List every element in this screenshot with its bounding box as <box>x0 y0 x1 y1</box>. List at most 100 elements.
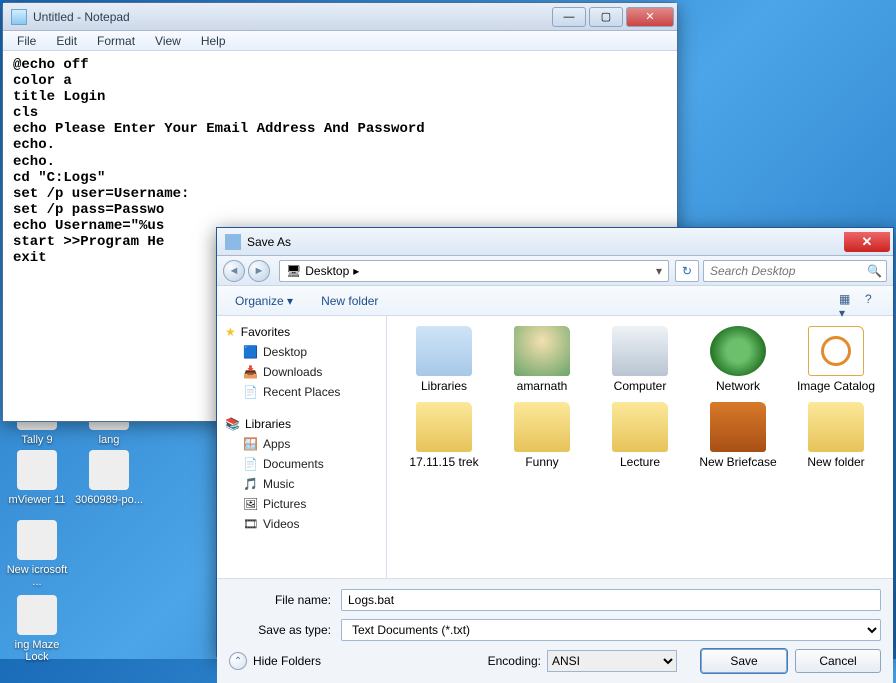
nav-item-label: Apps <box>263 437 290 451</box>
file-name-input[interactable] <box>341 589 881 611</box>
file-item-label: 17.11.15 trek <box>397 456 491 470</box>
save-as-dialog: Save As ✕ ◄ ► 🖥Desktop▸ ▾ ↻ 🔍 Organize ▾… <box>216 227 894 657</box>
dialog-title: Save As <box>247 235 291 249</box>
desktop-icon[interactable]: 3060989-po... <box>74 450 144 506</box>
navigation-pane: Favorites 🟦Desktop 📥 Downloads 📄 Recent Plac… <box>217 316 387 578</box>
libraries-icon <box>225 417 240 431</box>
notepad-title: Untitled - Notepad <box>33 10 130 24</box>
minimize-button[interactable]: — <box>552 7 586 27</box>
nav-libraries-header[interactable]: Libraries <box>221 414 382 434</box>
nav-item[interactable]: 🎵 Music <box>221 474 382 494</box>
dialog-close-button[interactable]: ✕ <box>844 232 890 252</box>
nav-item-icon: 📄 <box>243 385 257 399</box>
folder-icon <box>808 326 864 376</box>
file-item[interactable]: 17.11.15 trek <box>397 402 491 470</box>
nav-item[interactable]: 🪟 Apps <box>221 434 382 454</box>
file-item[interactable]: Lecture <box>593 402 687 470</box>
nav-item-label: Recent Places <box>263 385 340 399</box>
file-item[interactable]: New Briefcase <box>691 402 785 470</box>
dialog-bottom: File name: Save as type: Text Documents … <box>217 578 893 683</box>
nav-item-icon: 🪟 <box>243 437 257 451</box>
search-input[interactable] <box>710 264 867 278</box>
maximize-button[interactable]: ▢ <box>589 7 623 27</box>
notepad-app-icon <box>11 9 27 25</box>
folder-icon <box>710 326 766 376</box>
file-item-label: amarnath <box>495 380 589 394</box>
nav-item-label: Videos <box>263 517 299 531</box>
dialog-toolbar: Organize ▾ New folder ▦ ▾ ? <box>217 286 893 316</box>
folder-icon <box>710 402 766 452</box>
chevron-right-icon: ▸ <box>353 264 359 278</box>
dialog-titlebar[interactable]: Save As ✕ <box>217 228 893 256</box>
menu-help[interactable]: Help <box>191 33 236 48</box>
nav-forward-button[interactable]: ► <box>248 260 270 282</box>
file-item[interactable]: Computer <box>593 326 687 394</box>
file-item[interactable]: Image Catalog <box>789 326 883 394</box>
close-button[interactable]: ✕ <box>626 7 674 27</box>
nav-item[interactable]: 🖼 Pictures <box>221 494 382 514</box>
desktop-icon-label: lang <box>99 434 120 446</box>
menu-format[interactable]: Format <box>87 33 145 48</box>
nav-item[interactable]: 📥 Downloads <box>221 362 382 382</box>
cancel-button[interactable]: Cancel <box>795 649 881 673</box>
nav-item[interactable]: 📄 Recent Places <box>221 382 382 402</box>
nav-item-label: Pictures <box>263 497 306 511</box>
folder-icon <box>514 402 570 452</box>
new-folder-button[interactable]: New folder <box>313 290 386 312</box>
folder-icon <box>612 402 668 452</box>
nav-item-icon: 📥 <box>243 365 257 379</box>
nav-item-label: Desktop <box>263 345 307 359</box>
view-mode-button[interactable]: ▦ ▾ <box>839 292 857 310</box>
desktop-icon-label: 3060989-po... <box>75 494 143 506</box>
file-name-label: File name: <box>229 593 341 607</box>
nav-item-label: Music <box>263 477 294 491</box>
file-item-label: Libraries <box>397 380 491 394</box>
nav-favorites-header[interactable]: Favorites <box>221 322 382 342</box>
nav-item-label: Documents <box>263 457 324 471</box>
save-button[interactable]: Save <box>701 649 787 673</box>
breadcrumb[interactable]: 🖥Desktop▸ ▾ <box>279 260 669 282</box>
file-item-label: Funny <box>495 456 589 470</box>
organize-button[interactable]: Organize ▾ <box>227 290 301 312</box>
file-item-label: New Briefcase <box>691 456 785 470</box>
save-type-select[interactable]: Text Documents (*.txt) <box>341 619 881 641</box>
menu-file[interactable]: File <box>7 33 46 48</box>
file-item-label: Lecture <box>593 456 687 470</box>
nav-back-button[interactable]: ◄ <box>223 260 245 282</box>
file-item[interactable]: Libraries <box>397 326 491 394</box>
desktop-icon-label: New icrosoft ... <box>7 564 68 588</box>
nav-item[interactable]: 📄Documents <box>221 454 382 474</box>
folder-icon <box>416 402 472 452</box>
menu-edit[interactable]: Edit <box>46 33 87 48</box>
notepad-titlebar[interactable]: Untitled - Notepad — ▢ ✕ <box>3 3 677 31</box>
nav-item[interactable]: 🟦Desktop <box>221 342 382 362</box>
monitor-icon: 🖥 <box>286 264 301 278</box>
hide-folders-button[interactable]: ⌃ Hide Folders <box>229 652 321 670</box>
search-box[interactable]: 🔍 <box>703 260 887 282</box>
desktop-icon[interactable]: mViewer 11 <box>2 450 72 506</box>
menu-view[interactable]: View <box>145 33 191 48</box>
folder-icon <box>808 402 864 452</box>
help-button[interactable]: ? <box>865 292 883 310</box>
nav-item-icon: 🎞 <box>243 517 257 531</box>
file-item[interactable]: Network <box>691 326 785 394</box>
search-icon: 🔍 <box>867 264 882 278</box>
nav-item-icon: 🎵 <box>243 477 257 491</box>
breadcrumb-dropdown[interactable]: ▾ <box>650 264 668 278</box>
file-list[interactable]: Libraries amarnath ComputerNetwork Image Ca… <box>387 316 893 578</box>
nav-item-label: Downloads <box>263 365 322 379</box>
file-item-label: Image Catalog <box>789 380 883 394</box>
desktop-icon[interactable]: New icrosoft ... <box>2 520 72 588</box>
encoding-select[interactable]: ANSI <box>547 650 677 672</box>
file-item[interactable]: New folder <box>789 402 883 470</box>
desktop-icon-label: ing Maze Lock <box>15 639 60 663</box>
save-type-label: Save as type: <box>229 623 341 637</box>
folder-icon <box>612 326 668 376</box>
file-item[interactable]: Funny <box>495 402 589 470</box>
desktop-icon[interactable]: ing Maze Lock <box>2 595 72 663</box>
nav-item[interactable]: 🎞 Videos <box>221 514 382 534</box>
nav-item-icon: 🖼 <box>243 497 257 511</box>
file-item[interactable]: amarnath <box>495 326 589 394</box>
refresh-button[interactable]: ↻ <box>675 260 699 282</box>
dialog-body: Favorites 🟦Desktop 📥 Downloads 📄 Recent Plac… <box>217 316 893 578</box>
